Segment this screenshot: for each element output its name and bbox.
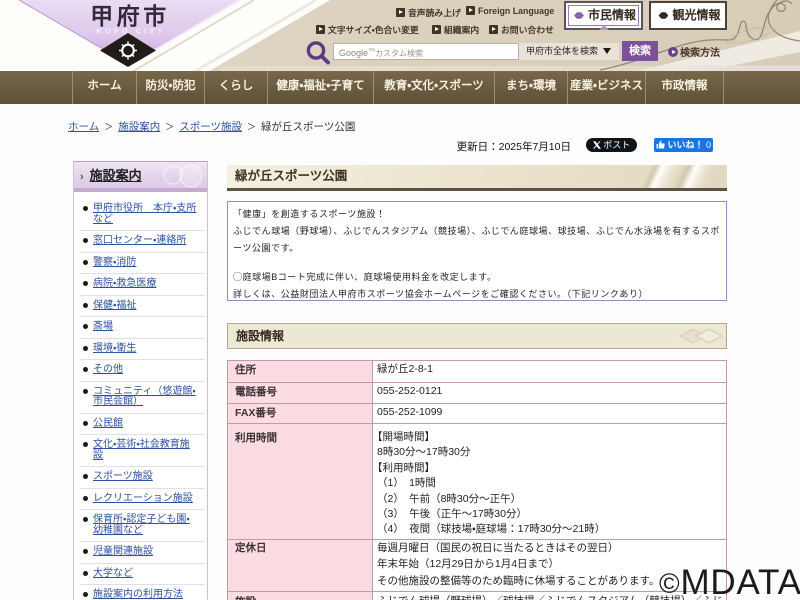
svg-text:KOFU CITY: KOFU CITY: [96, 27, 165, 36]
svg-text:甲府市: 甲府市: [90, 3, 170, 29]
